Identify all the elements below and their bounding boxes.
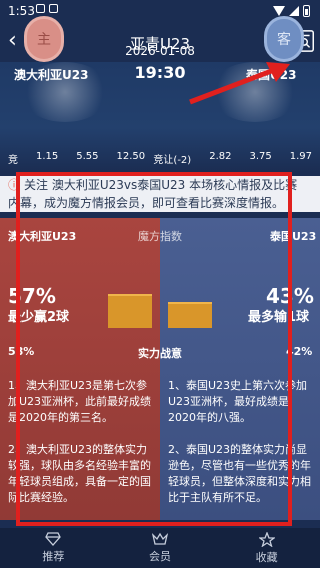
member-notice[interactable]: ⓘ 关注 澳大利亚U23vs泰国U23 本场核心情报及比赛 内幕，成为魔方情报会员… [0,176,320,212]
away-index-bar [168,302,212,328]
home-analysis-2: 2、澳大利亚U23的整体实力较强，球队由多名经验丰富的年轻球员组成，具备一定的国… [8,443,151,504]
red-arrow-annotation [189,62,290,105]
match-date: 2026-01-08 [125,44,195,58]
battery-icon [303,5,310,17]
away-analysis-1: 1、泰国U23史上第六次参加U23亚洲杯，最好成绩是2020年的八强。 [168,379,308,424]
away-analysis-2: 2、泰国U23的整体实力尚显逊色，尽管也有一些优秀的年轻球员，但整体深度和实力相… [168,443,311,504]
tab-label: 推荐 [42,550,65,563]
notification-icon [36,4,45,13]
home-analysis-1: 1、澳大利亚U23是第七次参加U23亚洲杯，此前最好成绩是2020年的第三名。 [8,379,152,424]
star-icon [258,531,275,547]
odds-value: 5.55 [76,150,99,162]
home-win-percent: 57% [8,284,56,308]
status-icons [36,4,58,13]
tab-member[interactable]: 会员 [107,528,214,568]
wifi-icon [273,6,285,16]
status-time: 1:53 [8,4,35,18]
notice-line-2: 内幕，成为魔方情报会员，即可查看比赛深度情报。 [8,196,285,210]
odds-label: 竞 [8,154,18,166]
tab-favorites[interactable]: 收藏 [213,528,320,568]
odds-value: 3.75 [249,150,272,162]
tab-label: 收藏 [255,550,278,564]
bottom-tab-bar: 推荐 会员 收藏 [0,528,320,568]
odds-value: 1.97 [289,150,312,162]
signal-icon [289,6,299,16]
tab-recommend[interactable]: 推荐 [0,528,107,568]
diamond-icon [45,532,62,546]
crown-icon [152,532,168,545]
info-icon: ⓘ [8,178,21,192]
odds-value: 2.82 [209,150,232,162]
notice-line-1: 关注 澳大利亚U23vs泰国U23 本场核心情报及比赛 [24,178,298,192]
odds-value: 12.50 [116,150,146,162]
notification-icon [49,4,58,13]
home-prediction: 最少赢2球 [8,310,70,325]
away-form-percent: 42% [286,345,313,358]
odds-value: 1.15 [36,150,59,162]
odds-row: 竞 1.15 5.55 12.50 竞让(-2) 2.82 3.75 1.97 [0,150,320,166]
home-index-bar [108,294,152,328]
tab-label: 会员 [149,550,171,563]
away-prediction: 最多输1球 [248,310,310,325]
away-win-percent: 43% [266,284,314,308]
handicap-label: 竞让(-2) [153,154,192,166]
status-right [273,5,310,17]
magic-away-team: 泰国U23 [270,230,317,243]
form-title: 实力战意 [138,347,182,360]
